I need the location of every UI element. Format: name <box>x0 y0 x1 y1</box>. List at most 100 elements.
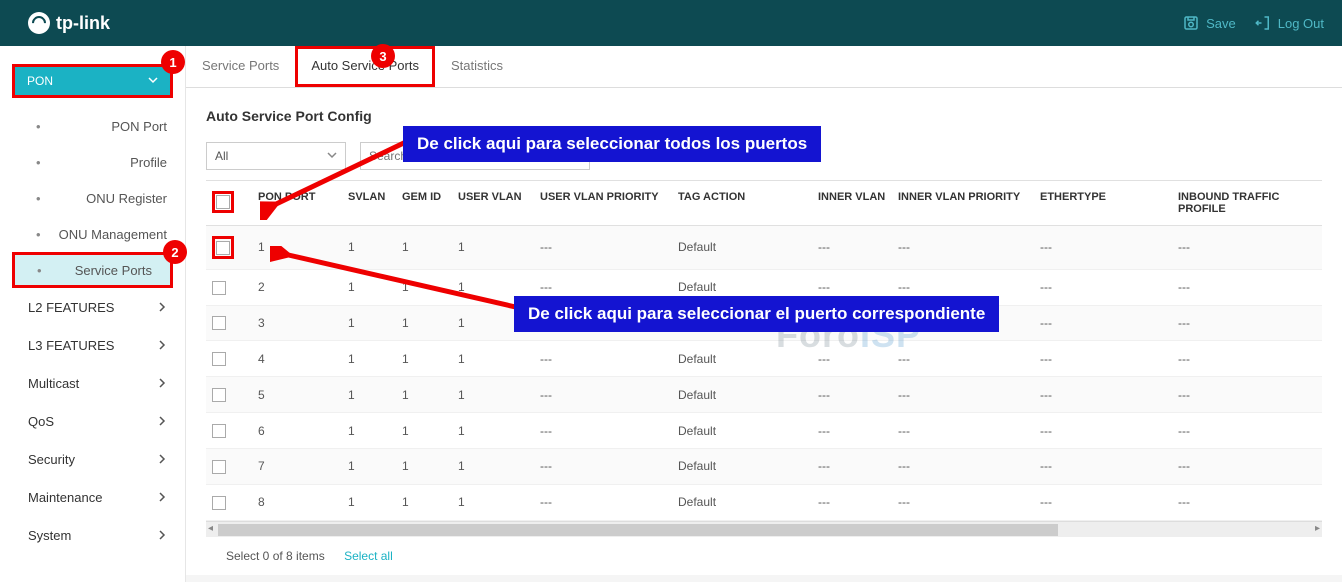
header-bar: tp-link Save Log Out <box>0 0 1342 46</box>
sidebar-item-maintenance[interactable]: Maintenance <box>0 478 185 516</box>
cell-pon-port: 4 <box>252 341 342 377</box>
cell-inner-vlan-priority: --- <box>892 226 1034 270</box>
scrollbar-thumb[interactable] <box>218 524 1058 536</box>
table-row[interactable]: 7111---Default------------ <box>206 448 1322 484</box>
sidebar-item-label: ONU Register <box>86 191 167 206</box>
cell-tag-action: Default <box>672 448 812 484</box>
filter-dropdown-value: All <box>215 149 228 163</box>
cell-inbound-traffic-profile: --- <box>1172 448 1322 484</box>
select-all-link[interactable]: Select all <box>344 549 393 563</box>
chevron-down-icon <box>327 149 337 163</box>
cell-inbound-traffic-profile: --- <box>1172 377 1322 413</box>
col-inbound-traffic-profile: INBOUND TRAFFIC PROFILE <box>1172 181 1322 226</box>
cell-user-vlan-priority: --- <box>534 341 672 377</box>
chevron-right-icon <box>157 452 167 467</box>
cell-inner-vlan: --- <box>812 413 892 449</box>
brand-logo: tp-link <box>28 12 110 34</box>
cell-ethertype: --- <box>1034 305 1172 341</box>
chevron-right-icon <box>157 528 167 543</box>
sidebar-item-multicast[interactable]: Multicast <box>0 364 185 402</box>
sidebar-item-system[interactable]: System <box>0 516 185 554</box>
cell-pon-port: 2 <box>252 269 342 305</box>
cell-inner-vlan: --- <box>812 377 892 413</box>
service-port-table: PON PORT SVLAN GEM ID USER VLAN USER VLA… <box>206 181 1322 521</box>
sidebar-dropdown-label: PON <box>27 74 53 88</box>
logout-label: Log Out <box>1278 16 1324 31</box>
row-checkbox[interactable] <box>216 241 230 255</box>
table-row[interactable]: 5111---Default------------ <box>206 377 1322 413</box>
select-all-checkbox[interactable] <box>216 195 230 209</box>
sidebar-item-l3-features[interactable]: L3 FEATURES <box>0 326 185 364</box>
cell-checkbox <box>206 448 252 484</box>
page-title: Auto Service Port Config <box>206 108 1322 124</box>
logout-button[interactable]: Log Out <box>1254 14 1324 32</box>
cell-inbound-traffic-profile: --- <box>1172 484 1322 520</box>
col-user-vlan: USER VLAN <box>452 181 534 226</box>
chevron-right-icon <box>157 300 167 315</box>
chevron-right-icon <box>157 338 167 353</box>
sidebar-item-security[interactable]: Security <box>0 440 185 478</box>
cell-inbound-traffic-profile: --- <box>1172 226 1322 270</box>
header-actions: Save Log Out <box>1182 14 1324 32</box>
cell-user-vlan: 1 <box>452 448 534 484</box>
cell-user-vlan-priority: --- <box>534 413 672 449</box>
cell-inner-vlan: --- <box>812 226 892 270</box>
table-container: PON PORT SVLAN GEM ID USER VLAN USER VLA… <box>206 180 1322 521</box>
annotation-badge-2: 2 <box>163 240 187 264</box>
table-row[interactable]: 8111---Default------------ <box>206 484 1322 520</box>
col-checkbox <box>206 181 252 226</box>
col-ethertype: ETHERTYPE <box>1034 181 1172 226</box>
table-row[interactable]: 1111---Default------------ <box>206 226 1322 270</box>
cell-pon-port: 8 <box>252 484 342 520</box>
horizontal-scrollbar[interactable] <box>206 521 1322 537</box>
selection-count: Select 0 of 8 items <box>226 549 325 563</box>
tab-bar: Service Ports Auto Service Ports Statist… <box>186 46 1342 88</box>
sidebar-item-service-ports[interactable]: Service Ports <box>12 252 173 288</box>
annotation-callout-1: De click aqui para seleccionar todos los… <box>403 126 821 162</box>
row-checkbox[interactable] <box>212 424 226 438</box>
annotation-badge-1: 1 <box>161 50 185 74</box>
cell-checkbox <box>206 377 252 413</box>
sidebar-item-pon-port[interactable]: PON Port <box>0 108 185 144</box>
cell-inner-vlan: --- <box>812 341 892 377</box>
tab-service-ports[interactable]: Service Ports <box>186 46 295 87</box>
tab-statistics[interactable]: Statistics <box>435 46 519 87</box>
cell-svlan: 1 <box>342 269 396 305</box>
cell-user-vlan: 1 <box>452 226 534 270</box>
cell-gem-id: 1 <box>396 484 452 520</box>
save-button[interactable]: Save <box>1182 14 1236 32</box>
sidebar-item-label: Security <box>28 452 75 467</box>
cell-svlan: 1 <box>342 448 396 484</box>
sidebar-section-dropdown[interactable]: PON <box>12 64 173 98</box>
sidebar-item-profile[interactable]: Profile <box>0 144 185 180</box>
filter-dropdown[interactable]: All <box>206 142 346 170</box>
sidebar-item-label: PON Port <box>111 119 167 134</box>
cell-svlan: 1 <box>342 484 396 520</box>
save-icon <box>1182 14 1200 32</box>
sidebar-item-onu-register[interactable]: ONU Register <box>0 180 185 216</box>
table-row[interactable]: 6111---Default------------ <box>206 413 1322 449</box>
tab-label: Auto Service Ports <box>311 58 419 73</box>
sidebar-item-qos[interactable]: QoS <box>0 402 185 440</box>
cell-gem-id: 1 <box>396 341 452 377</box>
row-checkbox[interactable] <box>212 460 226 474</box>
tab-label: Statistics <box>451 58 503 73</box>
sidebar-item-onu-management[interactable]: ONU Management <box>0 216 185 252</box>
cell-svlan: 1 <box>342 305 396 341</box>
row-checkbox[interactable] <box>212 281 226 295</box>
sidebar-item-l2-features[interactable]: L2 FEATURES <box>0 288 185 326</box>
cell-user-vlan-priority: --- <box>534 484 672 520</box>
cell-checkbox <box>206 341 252 377</box>
tab-auto-service-ports[interactable]: Auto Service Ports <box>295 46 435 87</box>
row-checkbox[interactable] <box>212 316 226 330</box>
cell-checkbox <box>206 413 252 449</box>
row-checkbox[interactable] <box>212 352 226 366</box>
chevron-right-icon <box>157 490 167 505</box>
table-row[interactable]: 4111---Default------------ <box>206 341 1322 377</box>
cell-pon-port: 5 <box>252 377 342 413</box>
cell-svlan: 1 <box>342 413 396 449</box>
row-checkbox[interactable] <box>212 496 226 510</box>
cell-inner-vlan: --- <box>812 448 892 484</box>
sidebar-item-label: L3 FEATURES <box>28 338 114 353</box>
row-checkbox[interactable] <box>212 388 226 402</box>
